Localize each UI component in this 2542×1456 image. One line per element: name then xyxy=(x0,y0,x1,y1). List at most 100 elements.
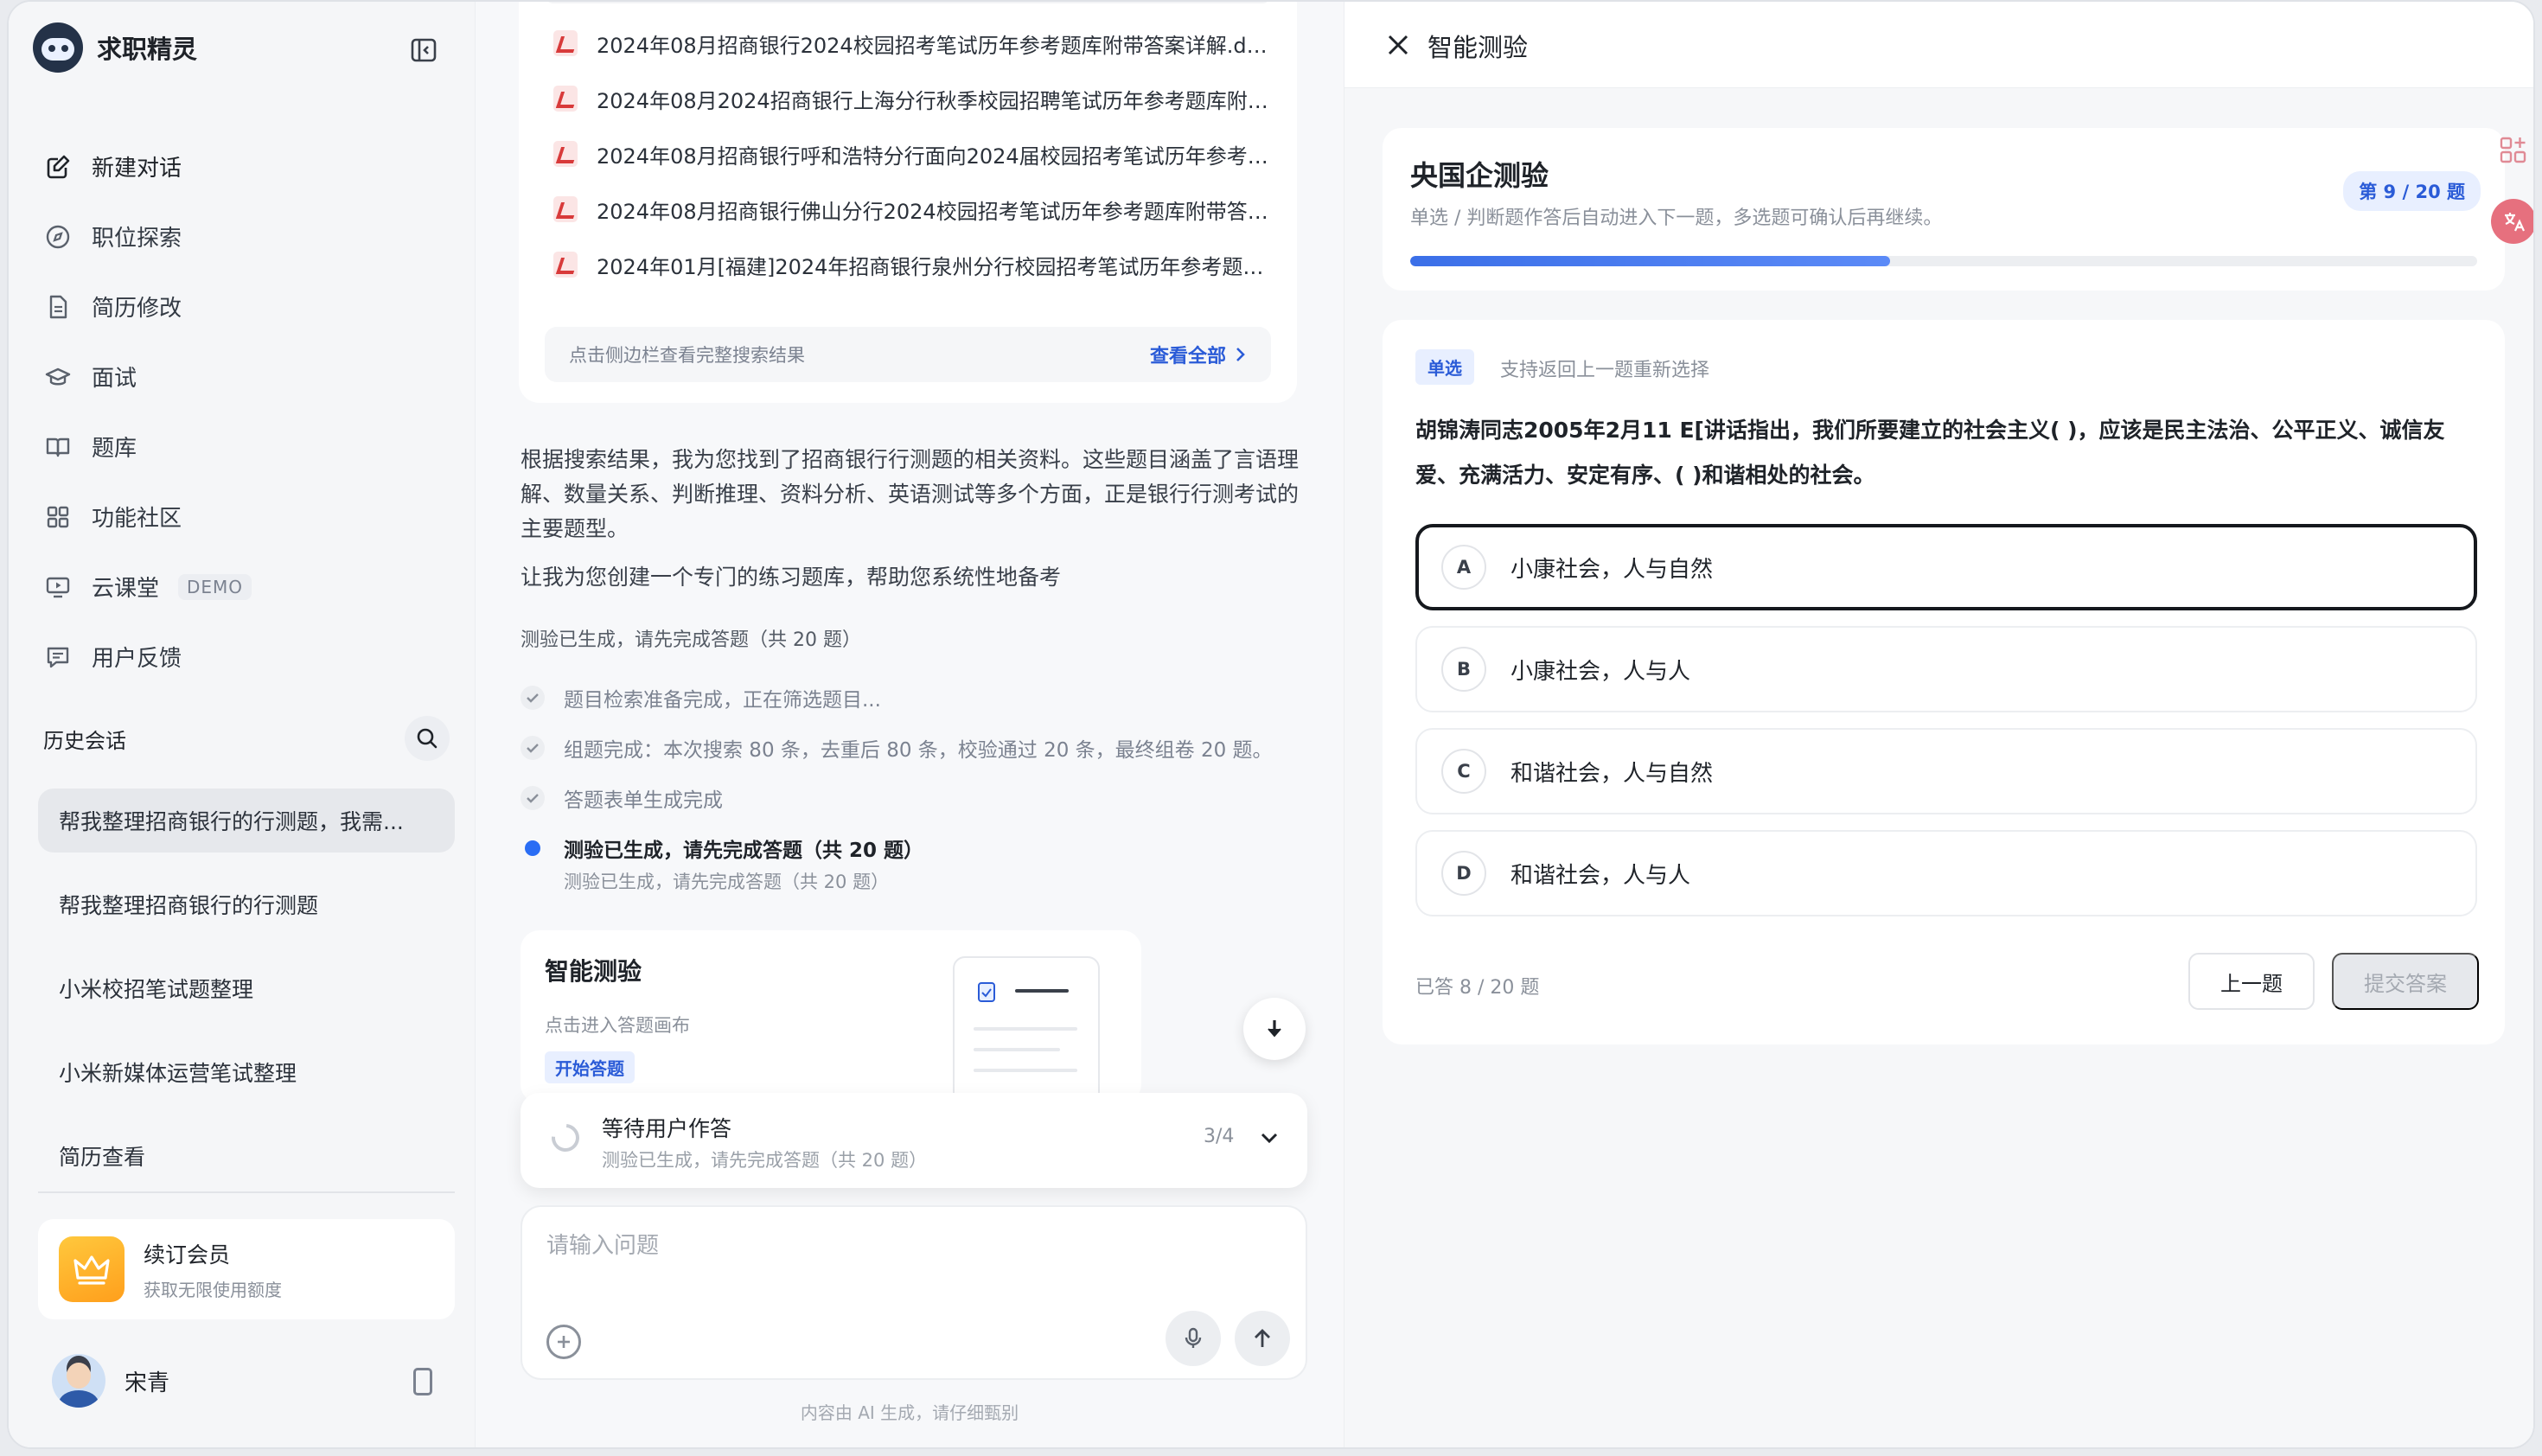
quiz-entry-card[interactable]: 智能测验 点击进入答题画布 开始答题 xyxy=(521,930,1141,1103)
mobile-device-icon[interactable] xyxy=(413,1368,432,1395)
start-quiz-badge[interactable]: 开始答题 xyxy=(545,1051,635,1083)
graduation-cap-icon xyxy=(43,362,73,392)
status-count: 3/4 xyxy=(1204,1126,1235,1147)
exam-header-card: 央国企测验 单选 / 判断题作答后自动进入下一题，多选题可确认后再继续。 第 9… xyxy=(1383,128,2505,291)
history-item[interactable]: 小米新媒体运营笔试整理 xyxy=(38,1040,455,1104)
assistant-paragraph: 让我为您创建一个专门的练习题库，帮助您系统性地备考 xyxy=(521,565,1062,590)
clipboard-icon xyxy=(978,982,995,1002)
close-icon[interactable] xyxy=(1383,29,1414,61)
sidebar-item-cloud-class[interactable]: 云课堂 DEMO xyxy=(43,552,441,622)
edit-icon xyxy=(43,152,73,182)
search-card-topbar xyxy=(545,2,1271,3)
ai-disclaimer: 内容由 AI 生成，请仔细甄别 xyxy=(800,1402,1019,1423)
add-widget-icon[interactable] xyxy=(2491,128,2533,173)
submit-answer-button[interactable]: 提交答案 xyxy=(2332,953,2479,1010)
exam-subtitle: 单选 / 判断题作答后自动进入下一题，多选题可确认后再继续。 xyxy=(1410,208,1943,229)
history-item[interactable]: 帮我整理招商银行的行测题 xyxy=(38,872,455,936)
search-hint: 点击侧边栏查看完整搜索结果 xyxy=(569,345,805,366)
sidebar-item-question-bank[interactable]: 题库 xyxy=(43,412,441,482)
crown-icon xyxy=(59,1236,125,1302)
check-icon xyxy=(521,686,545,710)
history-item[interactable]: 小米校招笔试题整理 xyxy=(38,956,455,1020)
history-search-button[interactable] xyxy=(405,716,450,761)
step-sublabel: 测验已生成，请先完成答题（共 20 题） xyxy=(564,872,890,892)
question-type-badge: 单选 xyxy=(1415,349,1474,385)
chat-input[interactable] xyxy=(546,1228,1273,1280)
chat-area: 2024年08月招商银行2024校园招考笔试历年参考题库附带答案详解.doc..… xyxy=(476,2,1344,1447)
option-d[interactable]: D 和谐社会，人与人 xyxy=(1415,830,2477,916)
sidebar-item-interview[interactable]: 面试 xyxy=(43,342,441,412)
step-item: 题目检索准备完成，正在筛选题目... xyxy=(521,673,1307,723)
search-result-item[interactable]: 2024年08月2024招商银行上海分行秋季校园招聘笔试历年参考题库附带... xyxy=(553,71,1271,126)
arrow-down-icon xyxy=(1268,1020,1281,1038)
question-hint: 支持返回上一题重新选择 xyxy=(1500,360,1710,381)
app-name: 求职精灵 xyxy=(97,35,198,64)
search-result-item[interactable]: 2024年08月招商银行佛山分行2024校园招考笔试历年参考题库附带答案... xyxy=(553,182,1271,237)
history-item[interactable]: 帮我整理招商银行的行测题，我需... xyxy=(38,789,455,853)
sidebar-item-job-explore[interactable]: 职位探索 xyxy=(43,201,441,271)
search-result-item[interactable]: 2024年08月招商银行2024校园招考笔试历年参考题库附带答案详解.doc..… xyxy=(553,16,1271,71)
view-all-label: 查看全部 xyxy=(1149,346,1226,367)
exam-title: 央国企测验 xyxy=(1410,159,1549,192)
user-profile[interactable]: 宋青 xyxy=(52,1354,432,1408)
sidebar-nav: 新建对话 职位探索 简历修改 面试 题库 功能社区 云课堂 DEMO 用户反馈 xyxy=(43,131,441,692)
search-results-card: 2024年08月招商银行2024校园招考笔试历年参考题库附带答案详解.doc..… xyxy=(519,2,1297,403)
option-text: 小康社会，人与自然 xyxy=(1511,556,1714,583)
arrow-up-icon xyxy=(1255,1329,1270,1347)
quiz-card-title: 智能测验 xyxy=(545,957,642,986)
thumb-line xyxy=(974,1027,1077,1031)
pdf-file-icon xyxy=(553,141,578,167)
monitor-play-icon xyxy=(43,572,73,602)
translate-icon[interactable] xyxy=(2491,199,2533,244)
search-result-item[interactable]: 2024年01月[福建]2024年招商银行泉州分行校园招考笔试历年参考题库... xyxy=(553,237,1271,292)
pdf-file-icon xyxy=(553,196,578,222)
history-item[interactable]: 简历查看 xyxy=(38,1124,455,1188)
renew-membership-card[interactable]: 续订会员 获取无限使用额度 xyxy=(38,1219,455,1319)
option-letter: B xyxy=(1441,647,1486,692)
exam-progress-track xyxy=(1410,256,2477,266)
sidebar-item-feedback[interactable]: 用户反馈 xyxy=(43,622,441,692)
question-card: 单选 支持返回上一题重新选择 胡锦涛同志2005年2月11 E[讲话指出，我们所… xyxy=(1383,320,2505,1044)
feedback-icon xyxy=(43,642,73,672)
previous-question-button[interactable]: 上一题 xyxy=(2188,953,2315,1010)
view-all-link[interactable]: 查看全部 xyxy=(1150,341,1247,368)
option-letter: A xyxy=(1441,545,1486,590)
voice-input-button[interactable] xyxy=(1166,1311,1221,1366)
option-a[interactable]: A 小康社会，人与自然 xyxy=(1415,524,2477,610)
sidebar-item-new-chat[interactable]: 新建对话 xyxy=(43,131,441,201)
user-name: 宋青 xyxy=(125,1370,170,1396)
option-text: 和谐社会，人与自然 xyxy=(1511,760,1714,787)
demo-badge: DEMO xyxy=(178,573,252,600)
member-subtitle: 获取无限使用额度 xyxy=(144,1279,282,1300)
avatar xyxy=(52,1354,105,1408)
pdf-file-icon xyxy=(553,86,578,112)
sidebar-item-resume[interactable]: 简历修改 xyxy=(43,271,441,342)
answer-options: A 小康社会，人与自然 B 小康社会，人与人 C 和谐社会，人与自然 D 和谐社… xyxy=(1415,524,2477,932)
option-text: 小康社会，人与人 xyxy=(1511,658,1691,685)
history-header: 历史会话 xyxy=(43,716,450,761)
option-b[interactable]: B 小康社会，人与人 xyxy=(1415,626,2477,712)
step-label: 测验已生成，请先完成答题（共 20 题） xyxy=(564,840,924,862)
robot-logo-icon xyxy=(33,22,83,73)
search-icon xyxy=(417,728,438,749)
thumb-line xyxy=(974,1048,1060,1051)
sidebar-collapse-icon[interactable] xyxy=(410,36,438,64)
scroll-down-button[interactable] xyxy=(1243,998,1306,1060)
pdf-file-icon xyxy=(553,252,578,278)
task-status-bar[interactable]: 等待用户作答 测验已生成，请先完成答题（共 20 题） 3/4 xyxy=(521,1093,1307,1188)
send-button[interactable] xyxy=(1235,1311,1290,1366)
option-c[interactable]: C 和谐社会，人与自然 xyxy=(1415,728,2477,814)
sidebar-item-label: 新建对话 xyxy=(92,156,182,182)
check-icon xyxy=(521,786,545,810)
quiz-panel-header: 智能测验 xyxy=(1344,2,2533,88)
quiz-panel-title: 智能测验 xyxy=(1427,33,1529,62)
history-title: 历史会话 xyxy=(43,728,126,753)
add-attachment-button[interactable] xyxy=(546,1325,581,1359)
compass-icon xyxy=(43,222,73,252)
sidebar-item-community[interactable]: 功能社区 xyxy=(43,482,441,552)
chevron-down-icon[interactable] xyxy=(1257,1126,1281,1150)
answered-count: 已答 8 / 20 题 xyxy=(1415,977,1540,999)
chat-input-box xyxy=(521,1205,1307,1380)
sidebar-item-label: 功能社区 xyxy=(92,506,182,532)
search-result-item[interactable]: 2024年08月招商银行呼和浩特分行面向2024届校园招考笔试历年参考题... xyxy=(553,126,1271,182)
